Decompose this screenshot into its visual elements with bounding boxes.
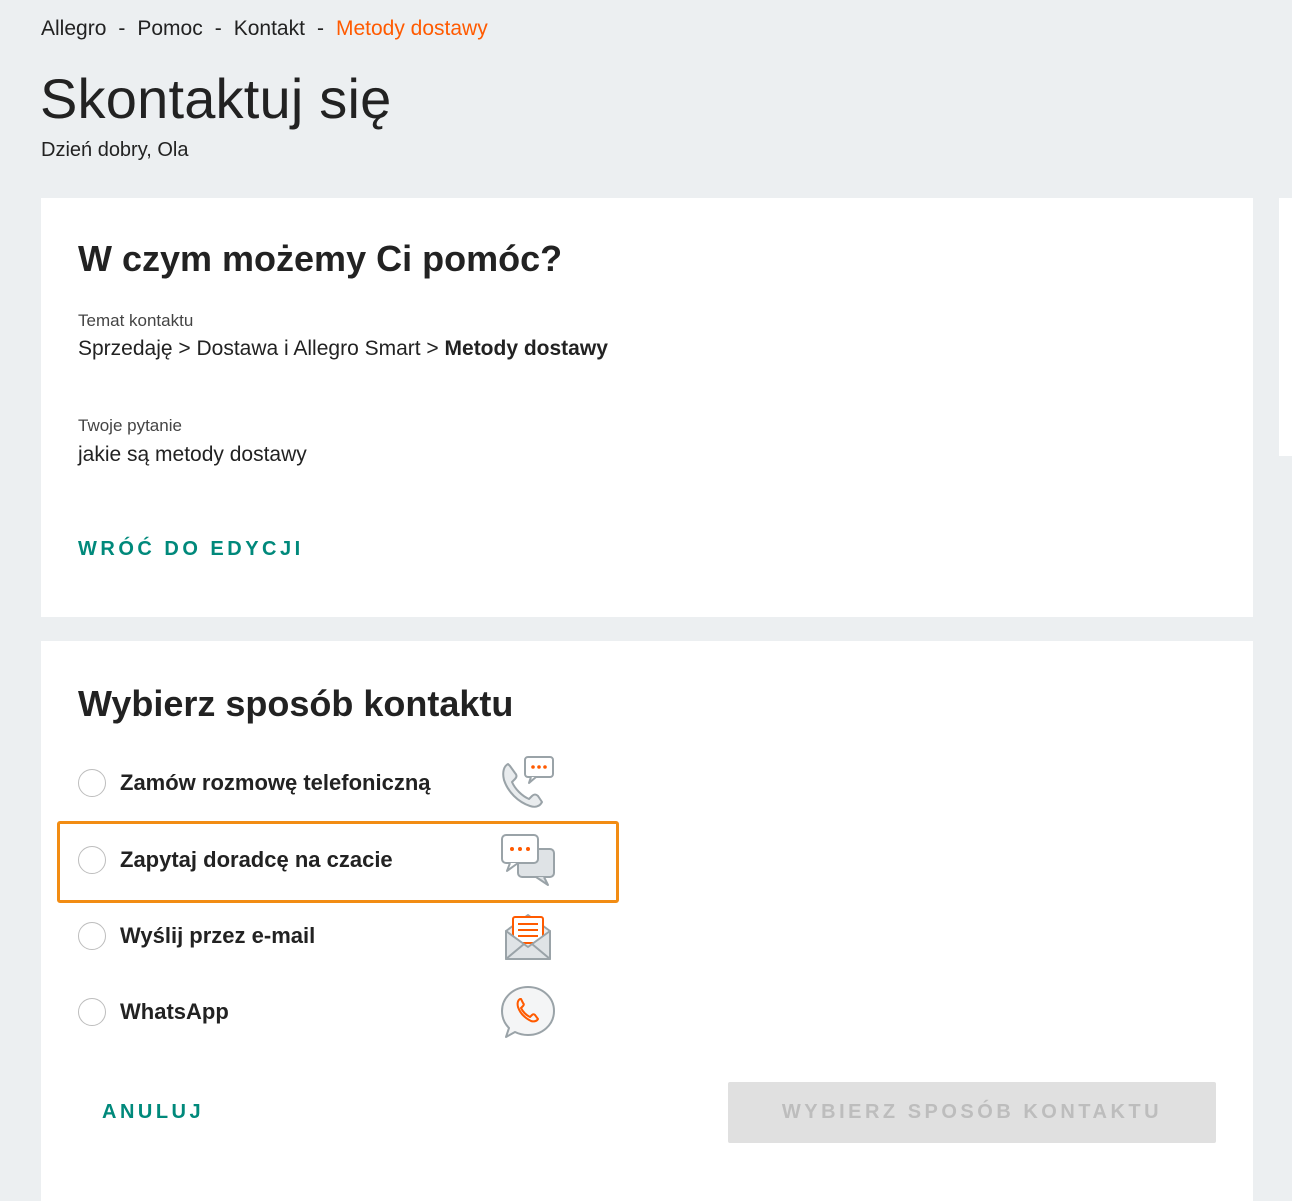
cancel-button[interactable]: ANULUJ <box>102 1101 204 1124</box>
breadcrumb-separator: - <box>118 17 126 40</box>
topic-label: Temat kontaktu <box>78 311 194 330</box>
option-chat[interactable]: Zapytaj doradcę na czacie <box>78 834 578 886</box>
option-email-label: Wyślij przez e-mail <box>120 923 316 948</box>
breadcrumb-separator: - <box>316 17 324 40</box>
radio-email[interactable] <box>78 922 106 950</box>
breadcrumb-allegro[interactable]: Allegro <box>41 17 106 41</box>
whatsapp-icon <box>501 986 555 1038</box>
breadcrumb: Allegro - Pomoc - Kontakt - Metody dosta… <box>41 17 488 41</box>
contact-heading: Wybierz sposób kontaktu <box>78 683 514 724</box>
envelope-icon <box>505 914 551 960</box>
question-value: jakie są metody dostawy <box>78 443 307 466</box>
breadcrumb-separator: - <box>214 17 222 40</box>
phone-callback-icon <box>502 756 554 808</box>
option-phone-label: Zamów rozmowę telefoniczną <box>120 770 431 795</box>
topic-value: Sprzedaję > Dostawa i Allegro Smart > Me… <box>78 337 608 361</box>
option-chat-label: Zapytaj doradcę na czacie <box>120 847 393 872</box>
edit-back-link[interactable]: WRÓĆ DO EDYCJI <box>78 538 304 561</box>
option-email[interactable]: Wyślij przez e-mail <box>78 913 578 960</box>
radio-phone[interactable] <box>78 769 106 797</box>
option-phone[interactable]: Zamów rozmowę telefoniczną <box>78 756 578 808</box>
topic-current: Metody dostawy <box>444 337 608 360</box>
option-whatsapp[interactable]: WhatsApp <box>78 986 578 1038</box>
greeting-text: Dzień dobry, Ola <box>41 139 189 161</box>
side-panel <box>1279 198 1292 456</box>
breadcrumb-kontakt[interactable]: Kontakt <box>234 17 305 41</box>
breadcrumb-current: Metody dostawy <box>335 17 488 40</box>
radio-chat[interactable] <box>78 846 106 874</box>
option-whatsapp-label: WhatsApp <box>120 999 229 1024</box>
question-label: Twoje pytanie <box>78 416 182 435</box>
help-summary-card: W czym możemy Ci pomóc? Temat kontaktu S… <box>41 198 1253 617</box>
choose-contact-method-button[interactable]: WYBIERZ SPOSÓB KONTAKTU <box>728 1082 1216 1143</box>
topic-path: Sprzedaję > Dostawa i Allegro Smart > <box>78 337 445 360</box>
help-heading: W czym możemy Ci pomóc? <box>78 238 563 279</box>
page-title: Skontaktuj się <box>40 67 392 130</box>
chat-bubbles-icon <box>501 834 555 886</box>
radio-whatsapp[interactable] <box>78 998 106 1026</box>
breadcrumb-pomoc[interactable]: Pomoc <box>137 17 202 41</box>
